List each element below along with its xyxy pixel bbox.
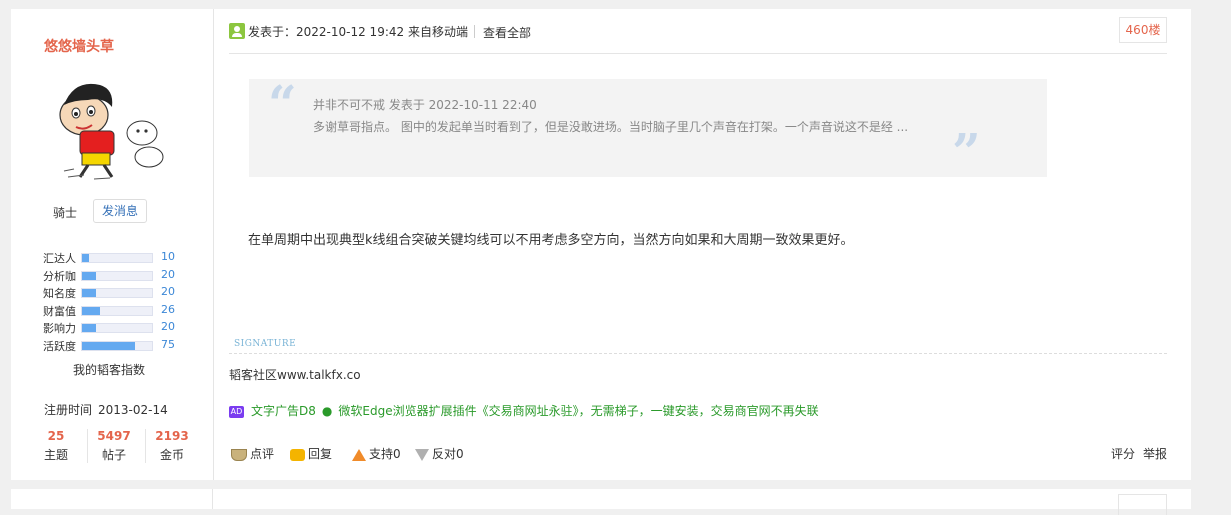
stat-label: 影响力 [43,322,76,335]
arrow-down-icon [415,448,429,461]
stat-label: 活跃度 [43,339,76,353]
quote-open-icon: “ [268,74,297,133]
count-number: 25 [47,429,65,443]
author-sidebar: 悠悠墙头草 骑士 发消息 汇达人 10 分析咖 20 知名度 20 财富值 26… [11,9,213,480]
post-meta: 发表于：2022-10-12 19:42 来自移动端 [248,25,468,39]
count-topics[interactable]: 25 主题 [27,429,85,463]
comment-label: 点评 [250,447,275,461]
signature-divider [229,353,1167,354]
stat-row: 分析咖 20 [43,268,203,286]
support-label: 支持0 [369,447,401,461]
stat-bar [81,305,153,316]
stat-bar [81,340,153,351]
oppose-label: 反对0 [432,447,464,461]
support-button[interactable]: 支持0 [352,445,401,462]
ad-title[interactable]: 文字广告D8 [251,404,316,418]
user-online-icon [229,23,245,39]
count-label: 主题 [43,448,68,462]
count-label: 帖子 [101,448,126,462]
author-rank: 骑士 [53,206,78,220]
register-date: 2013-02-14 [98,403,168,417]
register-info: 注册时间 2013-02-14 [44,401,168,418]
stat-row: 影响力 20 [43,320,203,338]
ad-separator: ● [321,404,333,418]
report-link[interactable]: 举报 [1143,445,1167,462]
ad-link[interactable]: 微软Edge浏览器扩展插件《交易商网址永驻》，无需梯子，一键安装，交易商官网不再… [338,404,818,418]
author-stats: 汇达人 10 分析咖 20 知名度 20 财富值 26 影响力 20 活跃度 7… [43,250,203,355]
reply-label: 回复 [308,447,333,461]
count-coins[interactable]: 2193 金币 [143,429,201,463]
forum-post: 悠悠墙头草 骑士 发消息 汇达人 10 分析咖 20 知名度 20 财富值 26… [11,9,1191,480]
post-content: 在单周期中出现典型k线组合突破关键均线可以不用考虑多空方向，当然方向如果和大周期… [248,233,854,248]
stat-row: 汇达人 10 [43,250,203,268]
rate-link[interactable]: 评分 [1111,445,1135,462]
stat-label: 汇达人 [43,252,76,265]
stat-fill [82,254,89,262]
stat-fill [82,306,101,315]
stat-row: 活跃度 75 [43,338,203,356]
stat-label: 分析咖 [43,269,76,283]
stat-label: 财富值 [43,304,76,318]
view-all-link[interactable]: 查看全部 [483,24,531,41]
stat-value: 10 [161,250,175,263]
reply-button[interactable]: 回复 [290,445,332,462]
stat-label: 知名度 [43,287,76,300]
quote-close-icon: ” [952,122,981,181]
send-message-button[interactable]: 发消息 [93,199,147,223]
speech-bubble-icon [290,448,305,461]
stat-fill [82,324,96,332]
signature-label: SIGNATURE [234,339,297,349]
stat-value: 20 [161,320,175,333]
author-username[interactable]: 悠悠墙头草 [44,36,114,56]
count-number: 5497 [97,429,131,443]
stat-bar [81,253,153,263]
comment-button[interactable]: 点评 [231,445,274,462]
stat-value: 20 [161,285,175,298]
stat-bar [81,288,153,298]
stat-bar [81,323,153,333]
stat-bar [81,270,153,281]
post-actions: 点评 回复 支持0 反对0 评分 举报 [229,445,1167,465]
stat-fill [82,289,96,297]
my-index-link[interactable]: 我的韬客指数 [73,361,145,378]
quote-text: 多谢草哥指点。 图中的发起单当时看到了，但是没敢进场。当时脑子里几个声音在打架。… [313,120,909,134]
floor-number[interactable]: 460楼 [1119,17,1167,43]
oppose-button[interactable]: 反对0 [415,445,464,462]
author-counts: 25 主题 5497 帖子 2193 金币 [31,429,206,465]
post-header: 发表于：2022-10-12 19:42 来自移动端 查看全部 460楼 [229,17,1167,54]
divider [212,489,213,509]
divider [213,9,214,480]
stat-value: 20 [161,267,175,281]
author-avatar[interactable] [54,67,169,182]
stat-row: 财富值 26 [43,303,203,321]
count-label: 金币 [159,448,184,462]
divider [474,25,475,38]
count-posts[interactable]: 5497 帖子 [85,429,143,463]
floor-number-stub [1118,494,1167,515]
quote-author-line: 并非不可不戒 发表于 2022-10-11 22:40 [313,98,537,112]
stat-value: 26 [161,302,175,316]
stat-fill [82,341,135,350]
signature-text: 韬客社区www.talkfx.co [229,368,361,382]
coffee-icon [231,448,247,461]
stat-value: 75 [161,337,175,351]
arrow-up-icon [352,448,366,461]
ad-badge-icon: AD [229,405,244,418]
quote-block: “ 并非不可不戒 发表于 2022-10-11 22:40 多谢草哥指点。 图中… [249,79,1047,177]
count-number: 2193 [155,429,189,443]
text-ad[interactable]: AD 文字广告D8 ● 微软Edge浏览器扩展插件《交易商网址永驻》，无需梯子，一键安… [229,402,819,419]
stat-fill [82,271,96,280]
next-post [11,489,1191,515]
stat-row: 知名度 20 [43,285,203,303]
register-label: 注册时间 [44,403,93,417]
